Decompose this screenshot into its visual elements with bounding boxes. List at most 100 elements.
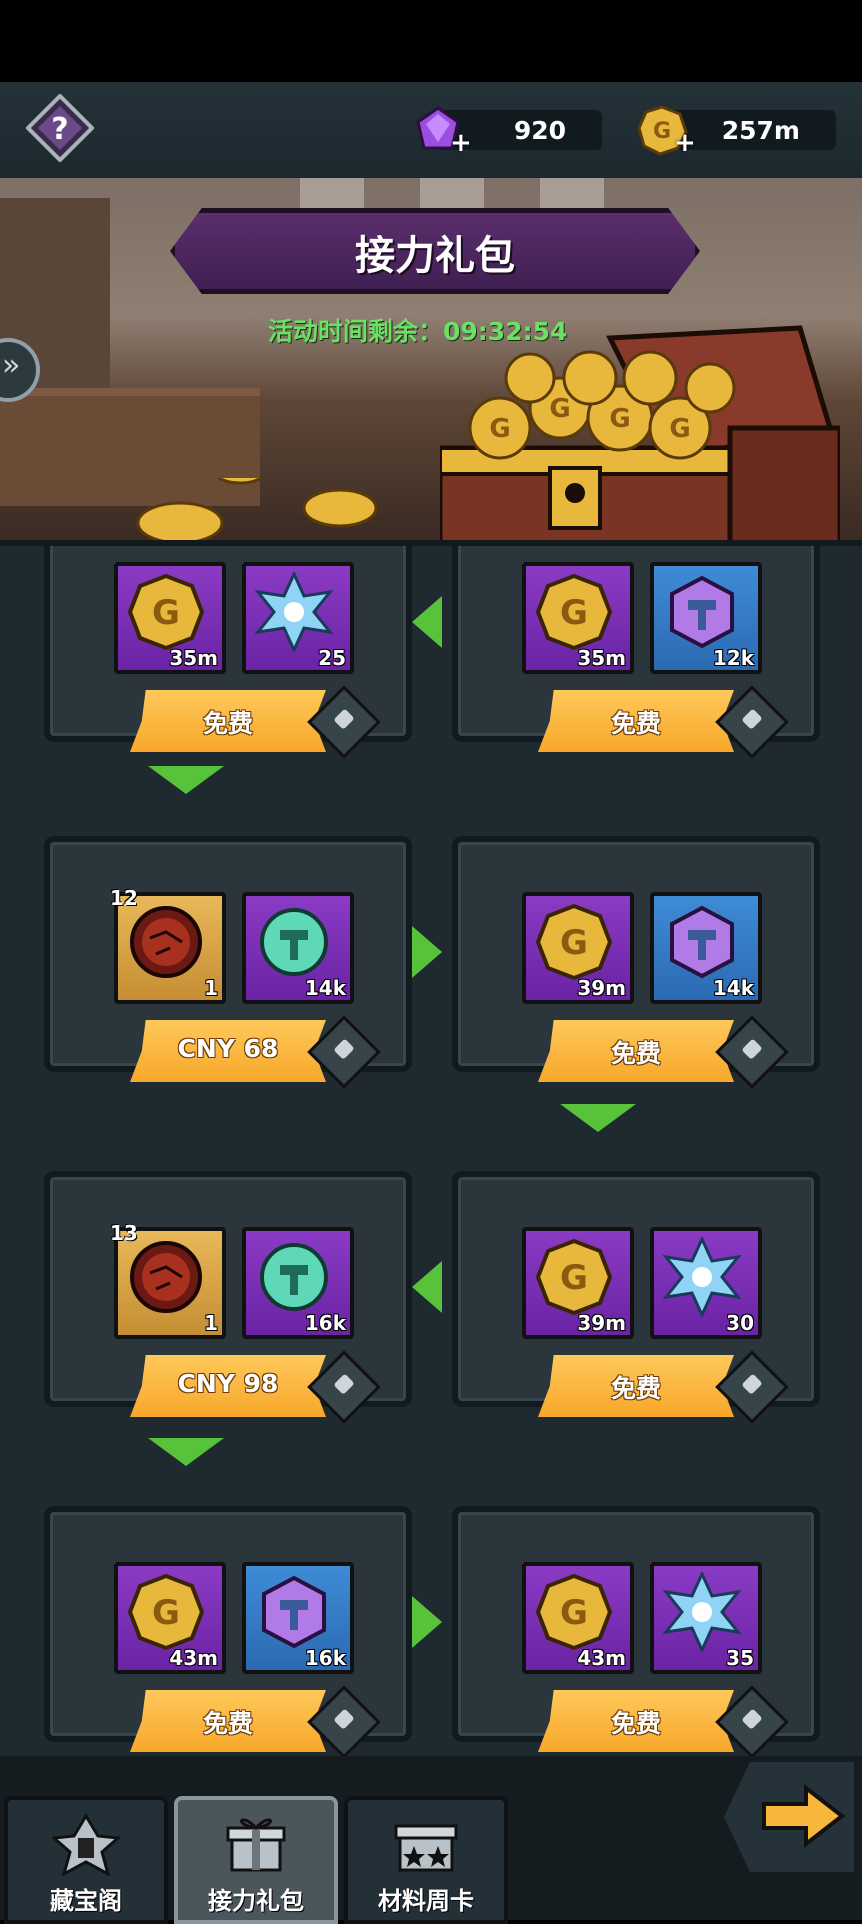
item-quantity: 14k xyxy=(304,976,346,1000)
svg-text:G: G xyxy=(560,923,588,963)
svg-text:G: G xyxy=(560,1593,588,1633)
claim-button[interactable]: 免费 xyxy=(538,1020,734,1082)
gold-counter[interactable]: G + 257m xyxy=(637,105,836,158)
add-gems-icon[interactable]: + xyxy=(450,128,472,158)
red-orb-item[interactable]: 13 1 xyxy=(110,1221,226,1339)
item-quantity: 35 xyxy=(726,1646,754,1670)
gift-card: G 39m 14k 免费 xyxy=(452,836,820,1089)
svg-text:G: G xyxy=(152,593,180,633)
treasure-pavilion-icon xyxy=(52,1813,120,1876)
hammer-stone-icon xyxy=(670,575,734,649)
claim-button-label: CNY 98 xyxy=(177,1369,279,1398)
blue-crystal-item[interactable]: 30 xyxy=(650,1227,762,1339)
claim-button[interactable]: CNY 98 xyxy=(130,1355,326,1417)
blue-crystal-icon xyxy=(662,1237,742,1317)
claim-button[interactable]: 免费 xyxy=(538,690,734,752)
tab-relay-gift[interactable]: 接力礼包 xyxy=(174,1796,338,1924)
tab-treasure-pavilion[interactable]: 藏宝阁 xyxy=(4,1796,168,1924)
svg-text:G: G xyxy=(560,593,588,633)
claim-button[interactable]: CNY 68 xyxy=(130,1020,326,1082)
svg-text:G: G xyxy=(549,394,570,424)
hammer-stone-item[interactable]: 16k xyxy=(242,1562,354,1674)
hammer-stone-item[interactable]: 14k xyxy=(650,892,762,1004)
item-quantity: 1 xyxy=(204,1311,218,1335)
item-level: 13 xyxy=(110,1221,138,1245)
claim-button-label: 免费 xyxy=(202,709,253,738)
gold-coin-item[interactable]: G 43m xyxy=(522,1562,634,1674)
hammer-stone-icon xyxy=(262,1575,326,1649)
gold-coin-item[interactable]: G 39m xyxy=(522,892,634,1004)
svg-text:G: G xyxy=(560,1258,588,1298)
green-hammer-stone-icon xyxy=(260,1243,328,1311)
blue-crystal-icon xyxy=(662,1572,742,1652)
claim-button[interactable]: 免费 xyxy=(538,1355,734,1417)
gift-card: 12 1 14k CNY 68 xyxy=(44,836,412,1089)
svg-text:G: G xyxy=(669,414,690,444)
gold-coin-icon: G xyxy=(127,1573,205,1651)
gold-coin-item[interactable]: G 35m xyxy=(522,562,634,674)
item-quantity: 30 xyxy=(726,1311,754,1335)
chevron-left-icon xyxy=(412,596,442,648)
tab-label: 藏宝阁 xyxy=(50,1887,122,1915)
green-hammer-stone-icon xyxy=(260,908,328,976)
top-bar: ? + 920 G + 257m xyxy=(0,82,862,182)
chevron-right-icon xyxy=(412,1596,442,1648)
green-hammer-stone-item[interactable]: 16k xyxy=(242,1227,354,1339)
event-banner: 接力礼包 活动时间剩余：09:32:54 GGGG xyxy=(0,178,862,546)
red-orb-icon xyxy=(130,1241,202,1313)
tab-material-card[interactable]: 材料周卡 xyxy=(344,1796,508,1924)
relay-gift-icon xyxy=(226,1818,286,1872)
item-quantity: 43m xyxy=(577,1646,626,1670)
gold-coin-icon: G xyxy=(535,903,613,981)
blue-crystal-item[interactable]: 25 xyxy=(242,562,354,674)
gift-card: G 39m 30 免费 xyxy=(452,1171,820,1424)
item-quantity: 14k xyxy=(712,976,754,1000)
gems-value: 920 xyxy=(513,116,566,145)
gift-card: G 43m 35 免费 xyxy=(452,1506,820,1756)
gold-coin-item[interactable]: G 43m xyxy=(114,1562,226,1674)
gift-card: 13 1 16k CNY 98 xyxy=(44,1171,412,1424)
hammer-stone-item[interactable]: 12k xyxy=(650,562,762,674)
scattered-coins-icon xyxy=(136,478,378,540)
blue-crystal-icon xyxy=(254,572,334,652)
item-quantity: 12k xyxy=(712,646,754,670)
claim-button[interactable]: 免费 xyxy=(130,690,326,752)
page-title: 接力礼包 xyxy=(355,233,515,279)
item-quantity: 16k xyxy=(304,1646,346,1670)
hammer-stone-icon xyxy=(670,905,734,979)
chevron-down-icon xyxy=(560,1104,636,1132)
add-gold-icon[interactable]: + xyxy=(674,128,696,158)
item-quantity: 25 xyxy=(318,646,346,670)
status-bar xyxy=(0,0,862,82)
green-hammer-stone-item[interactable]: 14k xyxy=(242,892,354,1004)
gold-coin-icon: G xyxy=(535,1238,613,1316)
timer-label: 活动时间剩余： xyxy=(268,317,444,346)
gems-counter[interactable]: + 920 xyxy=(416,106,602,158)
relay-gift-board: G 35m 25 免费 G 35m 12k 免费 12 1 14k CNY 68 G 39m 14k 免费 13… xyxy=(0,546,862,1756)
chevron-down-icon xyxy=(148,1438,224,1466)
item-quantity: 16k xyxy=(304,1311,346,1335)
item-level: 12 xyxy=(110,886,138,910)
blue-crystal-item[interactable]: 35 xyxy=(650,1562,762,1674)
claim-button[interactable]: 免费 xyxy=(538,1690,734,1752)
item-quantity: 39m xyxy=(577,1311,626,1335)
red-orb-item[interactable]: 12 1 xyxy=(110,886,226,1004)
item-quantity: 39m xyxy=(577,976,626,1000)
next-page-button[interactable] xyxy=(724,1762,854,1872)
red-orb-icon xyxy=(130,906,202,978)
item-quantity: 35m xyxy=(577,646,626,670)
bottom-tab-bar: 藏宝阁 接力礼包 材料周卡 xyxy=(0,1756,862,1924)
chevron-left-icon xyxy=(412,1261,442,1313)
item-quantity: 43m xyxy=(169,1646,218,1670)
question-diamond-icon[interactable]: ? xyxy=(26,94,94,162)
tab-label: 材料周卡 xyxy=(378,1887,474,1915)
gold-coin-icon: G xyxy=(535,573,613,651)
claim-button-label: 免费 xyxy=(202,1709,253,1738)
gold-coin-item[interactable]: G 35m xyxy=(114,562,226,674)
gold-value: 257m xyxy=(721,116,800,145)
svg-text:G: G xyxy=(152,1593,180,1633)
claim-button[interactable]: 免费 xyxy=(130,1690,326,1752)
material-card-icon xyxy=(394,1824,458,1872)
gold-coin-item[interactable]: G 39m xyxy=(522,1227,634,1339)
svg-text:G: G xyxy=(609,404,630,434)
